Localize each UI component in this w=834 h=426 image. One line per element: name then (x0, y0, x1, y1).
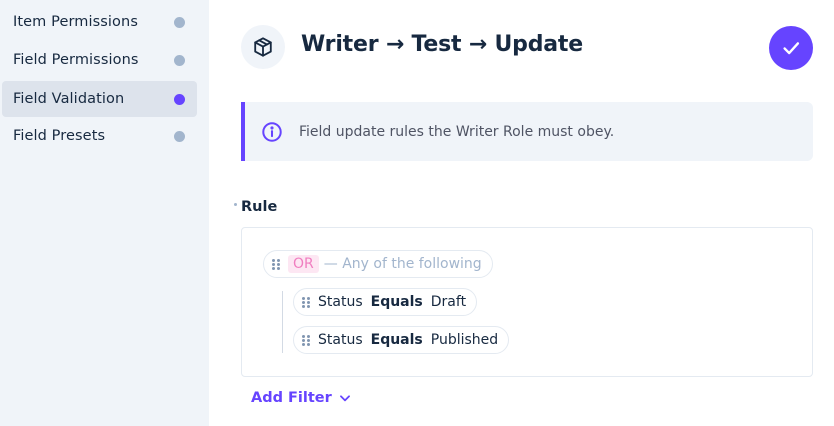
filter-condition: Status Equals Draft (293, 288, 478, 316)
rule-field-label: Rule (234, 199, 277, 215)
sidebar: Item Permissions Field Permissions Field… (0, 0, 209, 426)
sidebar-item-label: Field Validation (13, 91, 125, 107)
group-description: — Any of the following (323, 256, 482, 272)
save-button[interactable] (769, 26, 813, 70)
rule-label: Rule (241, 199, 278, 215)
required-indicator (234, 202, 237, 206)
sidebar-item-label: Item Permissions (13, 14, 138, 30)
sidebar-item-field-permissions[interactable]: Field Permissions (2, 42, 197, 78)
condition-value[interactable]: Draft (431, 294, 466, 310)
check-icon (783, 42, 800, 55)
add-filter-button[interactable]: Add Filter (251, 390, 352, 406)
condition-value[interactable]: Published (431, 332, 498, 348)
chevron-down-icon (339, 395, 350, 402)
info-icon (262, 121, 282, 142)
drag-handle-icon[interactable] (302, 296, 310, 308)
condition-operator[interactable]: Equals (371, 294, 423, 310)
sidebar-item-label: Field Presets (13, 128, 106, 144)
notice-text: Field update rules the Writer Role must … (299, 123, 615, 140)
sidebar-item-field-presets[interactable]: Field Presets (2, 118, 197, 154)
status-dot (174, 54, 185, 66)
page-title: Writer → Test → Update (301, 32, 583, 57)
add-filter-label: Add Filter (251, 390, 332, 406)
status-dot (174, 16, 185, 28)
tree-line (282, 291, 283, 353)
sidebar-item-field-validation[interactable]: Field Validation (2, 81, 197, 117)
logic-toggle[interactable]: OR (288, 255, 319, 273)
sidebar-item-item-permissions[interactable]: Item Permissions (2, 4, 197, 40)
condition-field: Status (318, 332, 363, 348)
box-icon (241, 25, 285, 69)
sidebar-item-label: Field Permissions (13, 52, 139, 68)
status-dot (174, 130, 185, 142)
filter-group: OR — Any of the following (263, 250, 493, 278)
drag-handle-icon[interactable] (272, 258, 280, 270)
status-dot (174, 93, 185, 105)
condition-field: Status (318, 294, 363, 310)
drag-handle-icon[interactable] (302, 334, 310, 346)
filter-condition: Status Equals Published (293, 326, 510, 354)
info-notice: Field update rules the Writer Role must … (241, 102, 813, 161)
condition-operator[interactable]: Equals (371, 332, 423, 348)
